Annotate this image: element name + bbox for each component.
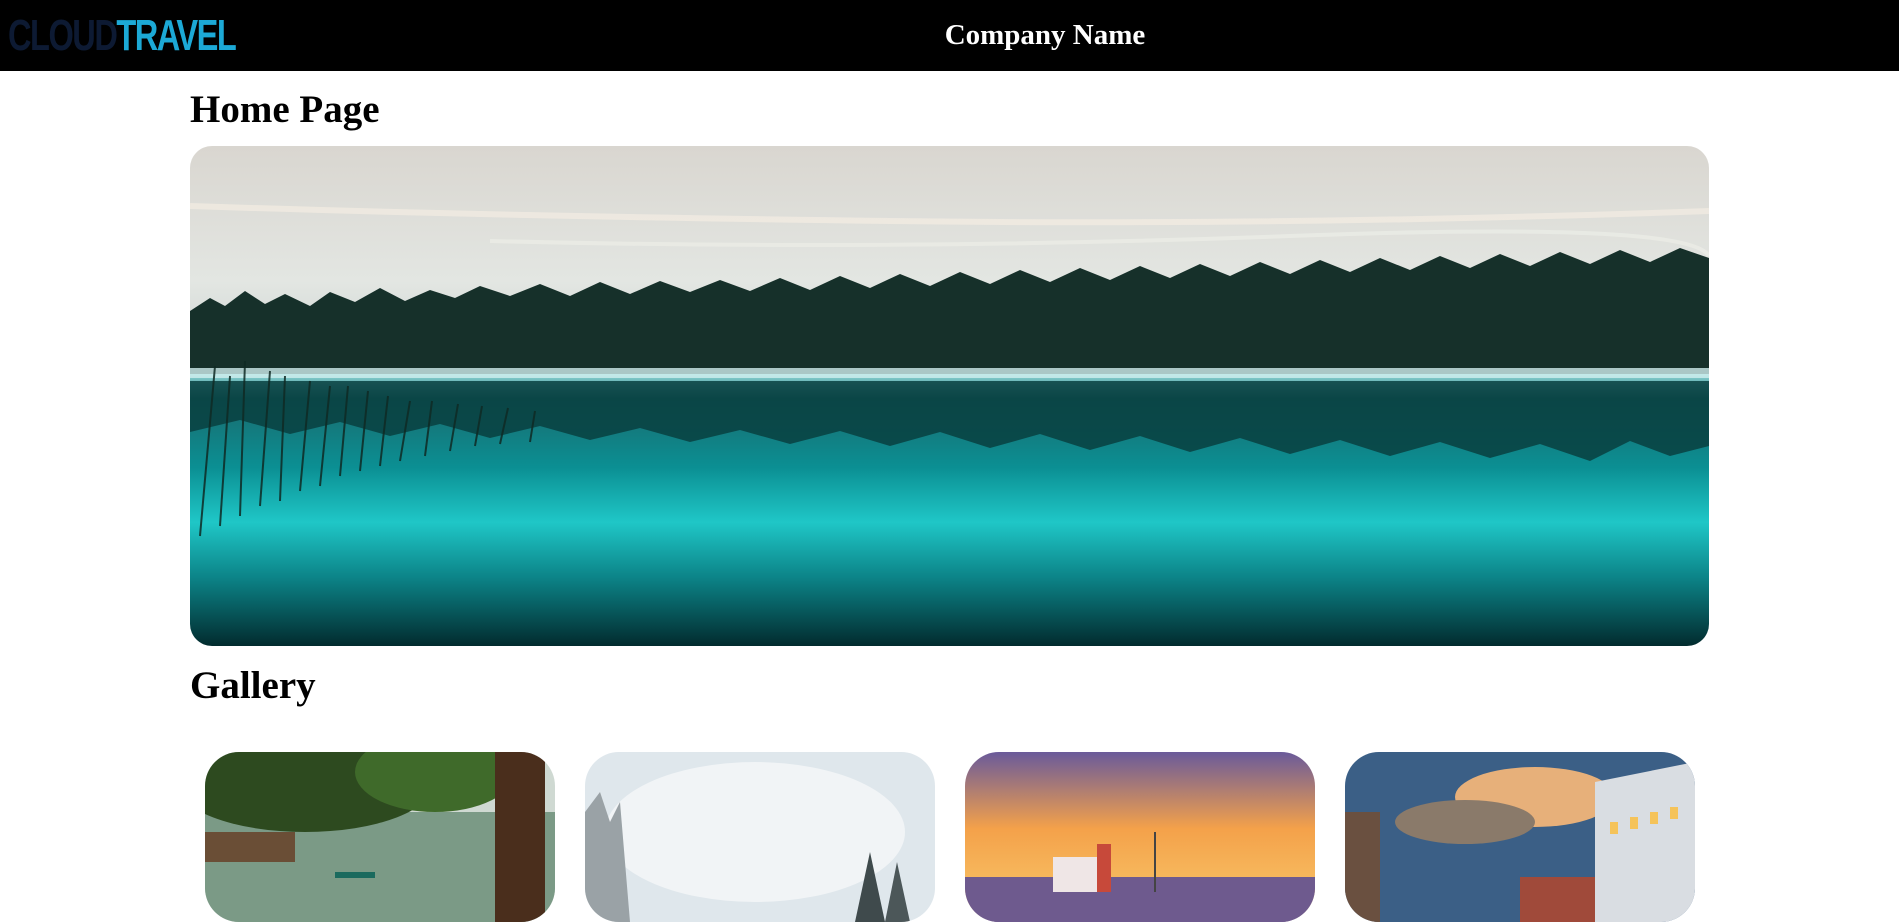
gallery-image-city-dusk[interactable] [1345,752,1695,922]
gallery-image-sunset-sea[interactable] [965,752,1315,922]
gallery-image-snowy-forest[interactable] [585,752,935,922]
company-name: Company Name [944,19,1146,51]
gallery-illustration [1345,752,1695,922]
gallery-illustration [585,752,935,922]
page-title: Home Page [190,88,380,131]
gallery-title: Gallery [190,664,316,707]
gallery-image-park-lake[interactable] [205,752,555,922]
top-navbar: CLOUD TRAVEL Company Name [0,0,1899,71]
gallery-illustration [965,752,1315,922]
hero-image-misty-lake [190,146,1709,646]
gallery-illustration [205,752,555,922]
hero-illustration [190,146,1709,646]
